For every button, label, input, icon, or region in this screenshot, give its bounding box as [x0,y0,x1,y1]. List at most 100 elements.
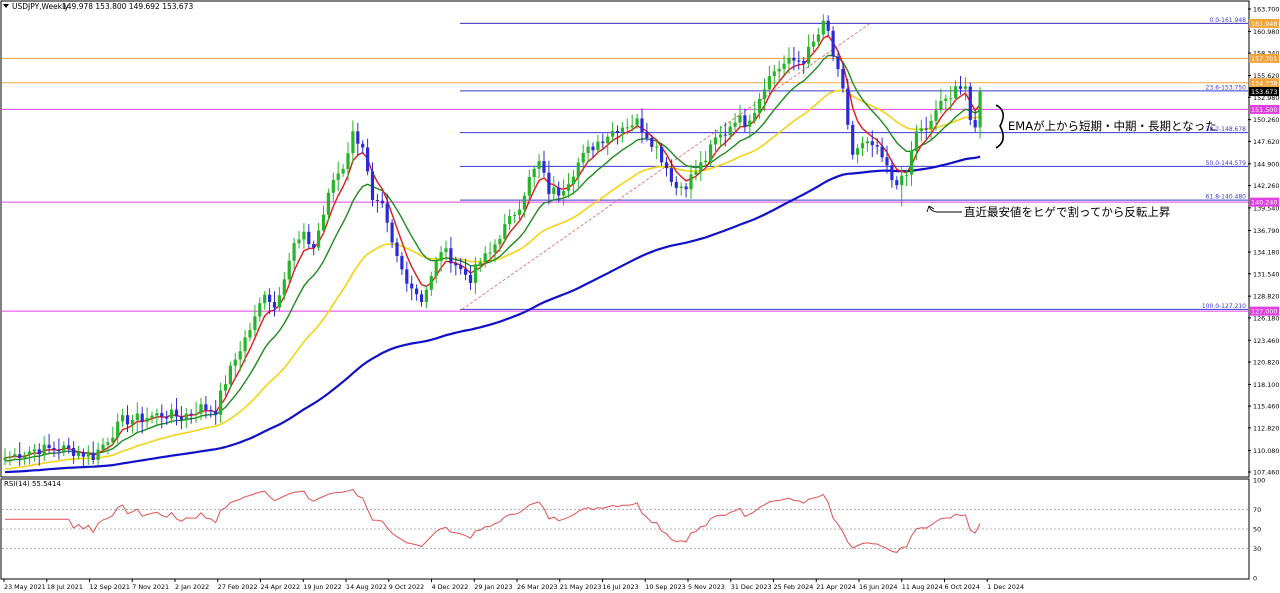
candle-body [576,162,580,177]
time-tick-label: 1 Dec 2024 [987,583,1024,591]
triangle-down-icon[interactable] [3,4,9,8]
candle-body [81,452,85,457]
candle-body [356,131,360,144]
price-tick-label: 120.820 [1253,359,1279,367]
candle-body [802,60,806,64]
symbol-title: USDJPY,Weekly [12,2,69,11]
candle-body [419,294,424,303]
candle-body [723,134,727,136]
candle-body [410,283,414,289]
candle-body [581,152,585,163]
candle-body [709,144,713,161]
candle-body [454,263,458,266]
candle-body [787,57,791,64]
candle-body [179,416,183,420]
candle-body [748,120,752,127]
price-tick-label: 136.790 [1253,227,1279,235]
candle-body [57,449,61,452]
candle-body [209,409,213,411]
candle-body [807,46,811,64]
candle-body [772,71,776,77]
wick-annotation: 直近最安値をヒゲで割ってから反転上昇 [964,205,1170,219]
candle-body [503,224,507,239]
candle-body [321,214,326,231]
candle-body [116,421,120,438]
candle-body [909,150,914,175]
candle-body [272,301,277,308]
price-label: 127.000 [1251,308,1277,316]
candle-body [483,253,487,263]
ema-annotation: EMAが上から短期・中期・長期となった [1008,119,1217,133]
candle-body [194,413,198,415]
ema-slow-line [4,89,981,471]
price-tick-label: 134.180 [1253,249,1279,257]
candle-body [522,195,526,210]
candle-body [611,130,615,137]
rsi-title: RSI(14) 55.5414 [4,480,61,488]
candle-body [650,138,654,147]
candle-body [517,209,522,216]
candle-body [18,454,22,458]
candle-body [571,176,575,185]
rsi-pane-frame [0,478,1250,580]
price-tick-label: 160.980 [1253,28,1279,36]
time-tick-label: 24 Apr 2022 [261,583,301,591]
candle-body [121,415,125,422]
candle-body [900,175,904,186]
candle-body [860,143,865,149]
candle-body [96,449,100,460]
rsi-line [5,488,981,553]
candle-body [905,174,909,176]
candle-body [811,41,816,47]
candle-body [13,454,17,457]
candle-body [963,86,967,89]
candle-body [836,56,840,70]
time-axis: 23 May 2021 18 Jul 2021 12 Sep 2021 7 Nov 2… [3,579,1024,591]
time-tick-label: 9 Oct 2022 [389,583,424,591]
candle-body [557,187,561,196]
price-tick-label: 150.260 [1253,116,1279,124]
trading-chart[interactable]: 0.0-161.94823.6-153.75038.2-148.67850.0-… [0,0,1280,593]
price-tick-label: 163.700 [1253,6,1279,14]
candle-body [326,192,330,215]
candle-body [468,274,473,283]
candle-body [473,264,477,283]
candle-body [263,294,267,304]
candle-body [307,231,311,244]
candle-body [434,261,438,277]
candle-body [346,153,350,169]
candle-body [856,148,860,155]
candle-body [601,141,605,144]
time-tick-label: 7 Nov 2021 [132,583,169,591]
candle-body [640,118,644,133]
candle-body [140,413,144,422]
ema-bracket [995,104,1004,149]
candle-body [743,115,747,127]
candle-body [816,34,820,42]
candle-body [125,415,130,425]
candle-body [968,86,972,120]
candle-body [258,303,262,317]
candle-body [390,222,394,243]
candle-body [978,91,982,128]
candles-layer [3,14,982,467]
candle-body [91,452,95,460]
candle-body [488,252,492,254]
candle-body [459,265,463,269]
ohlc-values: 149.978 153.800 149.692 153.673 [62,2,193,11]
candle-body [846,88,850,125]
candle-body [32,449,36,452]
fib-level-label: 100.0-127.210 [1202,303,1246,310]
fib-level-label: 0.0-161.948 [1209,17,1246,24]
candle-body [228,365,232,385]
candle-body [72,448,76,456]
rsi-tick-label: 50 [1253,526,1261,534]
candle-body [527,177,531,196]
candle-body [699,162,703,172]
candle-body [532,168,536,178]
candle-body [380,200,384,204]
candle-body [67,445,71,449]
candle-body [620,127,624,133]
candle-body [464,268,468,275]
candle-body [713,137,718,145]
